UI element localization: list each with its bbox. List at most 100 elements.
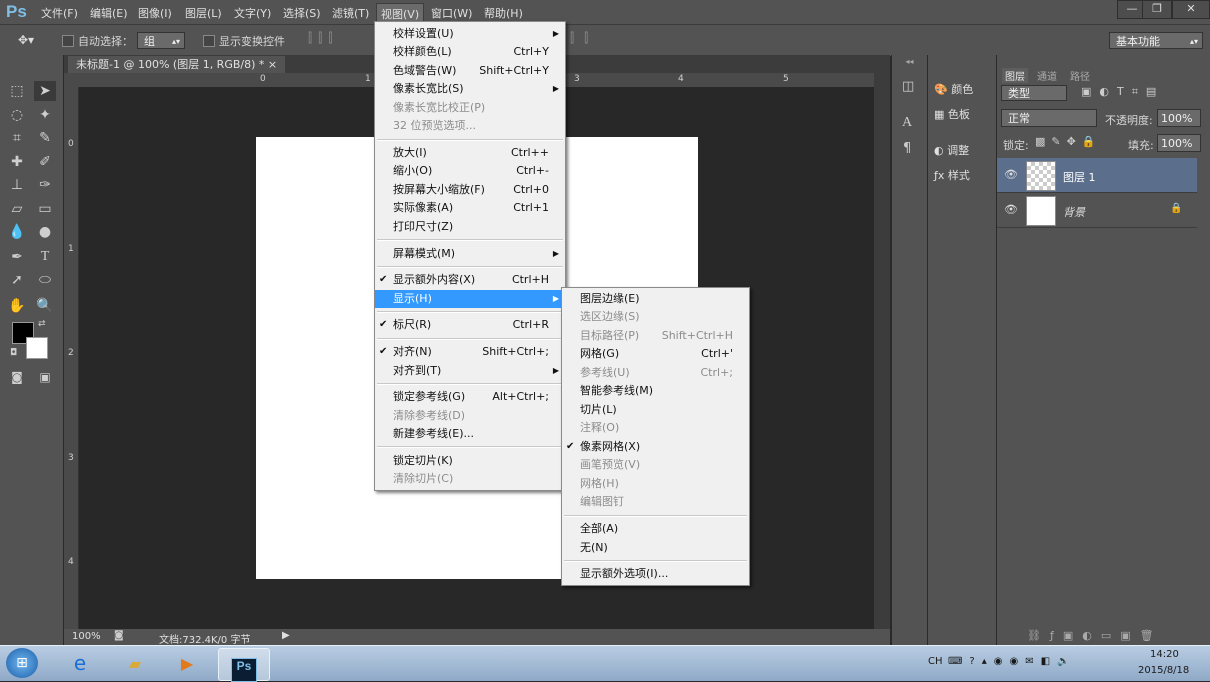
layer-actions-bar[interactable]: ⛓ƒ▣◐▭▣🗑 <box>1027 629 1163 642</box>
adjustments-panel-button[interactable]: ◐ 调整 <box>934 142 969 158</box>
healing-brush-icon[interactable]: ✚ <box>6 152 28 172</box>
menu-help[interactable]: 帮助(H) <box>484 5 523 21</box>
lasso-tool-icon[interactable]: ◌ <box>6 105 28 125</box>
status-arrow-icon[interactable]: ▶ <box>282 630 290 641</box>
menu-item-proof-colors[interactable]: 校样颜色(L) Ctrl+Y <box>375 43 565 61</box>
swap-colors-icon[interactable]: ⇄ <box>38 319 46 329</box>
ie-icon[interactable]: e <box>55 648 105 679</box>
collapse-icon[interactable]: ◂◂ <box>892 57 927 66</box>
clock-date[interactable]: 2015/8/18 <box>1138 665 1189 676</box>
eraser-tool-icon[interactable]: ▱ <box>6 199 28 219</box>
menu-filter[interactable]: 滤镜(T) <box>332 5 369 21</box>
zoom-tool-icon[interactable]: 🔍 <box>34 296 56 316</box>
menu-item-snap-to[interactable]: 对齐到(T) ▶ <box>375 362 565 380</box>
submenu-item-grid[interactable]: 网格(G) Ctrl+' <box>562 345 749 363</box>
layer-row[interactable]: 👁 背景 🔒 <box>997 193 1197 228</box>
menu-item-screen-mode[interactable]: 屏幕模式(M) ▶ <box>375 245 565 263</box>
vertical-scrollbar[interactable] <box>874 73 890 630</box>
menu-item-zoom-in[interactable]: 放大(I) Ctrl++ <box>375 144 565 162</box>
auto-select-combo[interactable]: 组 ▴▾ <box>137 32 185 49</box>
default-colors-icon[interactable]: ◘ <box>10 348 17 358</box>
menu-edit[interactable]: 编辑(E) <box>90 5 128 21</box>
clock-time[interactable]: 14:20 <box>1150 649 1179 660</box>
menu-item-show-extras[interactable]: ✔ 显示额外内容(X) Ctrl+H <box>375 271 565 289</box>
align-icons[interactable]: ⫿⫿⫿ <box>308 31 338 46</box>
tab-layers[interactable]: 图层 <box>1002 68 1028 83</box>
menu-item-show[interactable]: 显示(H) ▶ <box>375 290 565 308</box>
filter-icons[interactable]: ▣◐T⌗▤ <box>1081 85 1164 99</box>
ime-indicator[interactable]: CH <box>928 656 943 667</box>
brush-tool-icon[interactable]: ✐ <box>34 152 56 172</box>
close-tab-icon[interactable]: × <box>268 58 277 71</box>
gradient-tool-icon[interactable]: ▭ <box>34 199 56 219</box>
auto-select-checkbox[interactable] <box>62 35 74 47</box>
menu-item-pixel-aspect[interactable]: 像素长宽比(S) ▶ <box>375 80 565 98</box>
workspace-switcher[interactable]: 基本功能 ▴▾ <box>1109 32 1203 49</box>
fill-input[interactable]: 100% <box>1157 134 1201 152</box>
swatches-panel-button[interactable]: ▦ 色板 <box>934 106 970 122</box>
photoshop-taskbar-icon[interactable]: Ps <box>218 648 270 682</box>
menu-item-rulers[interactable]: ✔ 标尺(R) Ctrl+R <box>375 316 565 334</box>
zoom-level[interactable]: 100% <box>72 631 101 642</box>
blur-tool-icon[interactable]: 💧 <box>6 222 28 242</box>
tab-paths[interactable]: 路径 <box>1070 68 1090 83</box>
menu-item-gamut-warning[interactable]: 色域警告(W) Shift+Ctrl+Y <box>375 62 565 80</box>
pen-tool-icon[interactable]: ✒ <box>6 247 28 267</box>
submenu-item-slices[interactable]: 切片(L) <box>562 401 749 419</box>
move-tool-icon[interactable]: ➤ <box>34 81 56 101</box>
ellipse-tool-icon[interactable]: ⬭ <box>34 270 56 290</box>
start-button-icon[interactable]: ⊞ <box>6 648 38 678</box>
menu-layer[interactable]: 图层(L) <box>185 5 222 21</box>
menu-item-zoom-out[interactable]: 缩小(O) Ctrl+- <box>375 162 565 180</box>
close-button[interactable]: ✕ <box>1172 0 1210 19</box>
styles-panel-button[interactable]: ƒx 样式 <box>934 167 970 183</box>
visibility-eye-icon[interactable]: 👁 <box>1004 168 1018 181</box>
color-panel-button[interactable]: 🎨 颜色 <box>934 81 973 97</box>
layer-filter-kind[interactable]: 类型 <box>1001 85 1067 101</box>
document-tab[interactable]: 未标题-1 @ 100% (图层 1, RGB/8) * × <box>68 56 286 73</box>
submenu-item-layer-edges[interactable]: 图层边缘(E) <box>562 290 749 308</box>
submenu-item-none[interactable]: 无(N) <box>562 539 749 557</box>
explorer-icon[interactable]: ▰ <box>110 648 160 679</box>
character-panel-icon[interactable]: A <box>902 115 912 131</box>
lock-icons[interactable]: ▩✎✥🔒 <box>1035 135 1102 148</box>
menu-item-lock-guides[interactable]: 锁定参考线(G) Alt+Ctrl+; <box>375 388 565 406</box>
layer-row[interactable]: 👁 图层 1 <box>997 158 1197 193</box>
paragraph-panel-icon[interactable]: ¶ <box>903 141 911 156</box>
blend-mode-select[interactable]: 正常 <box>1001 109 1097 127</box>
menu-item-new-guide[interactable]: 新建参考线(E)... <box>375 425 565 443</box>
menu-window[interactable]: 窗口(W) <box>431 5 472 21</box>
opacity-input[interactable]: 100% <box>1157 109 1201 127</box>
quick-mask-icon[interactable]: ◙ <box>6 367 28 387</box>
distribute-icons[interactable]: ⫿⫿ <box>570 31 598 46</box>
menu-item-proof-setup[interactable]: 校样设置(U) ▶ <box>375 25 565 43</box>
eyedropper-icon[interactable]: ✎ <box>34 128 56 148</box>
menu-item-snap[interactable]: ✔ 对齐(N) Shift+Ctrl+; <box>375 343 565 361</box>
menu-select[interactable]: 选择(S) <box>283 5 321 21</box>
hand-tool-icon[interactable]: ✋ <box>6 296 28 316</box>
menu-item-fit-screen[interactable]: 按屏幕大小缩放(F) Ctrl+0 <box>375 181 565 199</box>
tab-channels[interactable]: 通道 <box>1037 68 1057 83</box>
menu-item-print-size[interactable]: 打印尺寸(Z) <box>375 218 565 236</box>
menu-type[interactable]: 文字(Y) <box>234 5 271 21</box>
move-tool-icon[interactable]: ✥▾ <box>18 33 34 47</box>
menu-item-lock-slices[interactable]: 锁定切片(K) <box>375 452 565 470</box>
restore-button[interactable]: ❐ <box>1142 0 1172 19</box>
screen-mode-icon[interactable]: ▣ <box>34 367 56 387</box>
history-panel-icon[interactable]: ◫ <box>902 79 914 94</box>
background-color-swatch[interactable] <box>26 337 48 359</box>
path-selection-icon[interactable]: ➚ <box>6 270 28 290</box>
dodge-tool-icon[interactable]: ● <box>34 222 56 242</box>
crop-tool-icon[interactable]: ⌗ <box>6 128 28 148</box>
submenu-item-pixel-grid[interactable]: ✔ 像素网格(X) <box>562 438 749 456</box>
tray-icons[interactable]: ⌨?▴◉◉✉◧🔊 <box>948 656 1077 667</box>
menu-image[interactable]: 图像(I) <box>138 5 172 21</box>
menu-file[interactable]: 文件(F) <box>41 5 78 21</box>
submenu-item-show-extras-options[interactable]: 显示额外选项(I)... <box>562 565 749 583</box>
menu-item-actual-pixels[interactable]: 实际像素(A) Ctrl+1 <box>375 199 565 217</box>
submenu-item-smart-guides[interactable]: 智能参考线(M) <box>562 382 749 400</box>
history-brush-icon[interactable]: ✑ <box>34 175 56 195</box>
marquee-tool-icon[interactable]: ⬚ <box>6 81 28 101</box>
show-transform-checkbox[interactable] <box>203 35 215 47</box>
visibility-eye-icon[interactable]: 👁 <box>1004 203 1018 216</box>
